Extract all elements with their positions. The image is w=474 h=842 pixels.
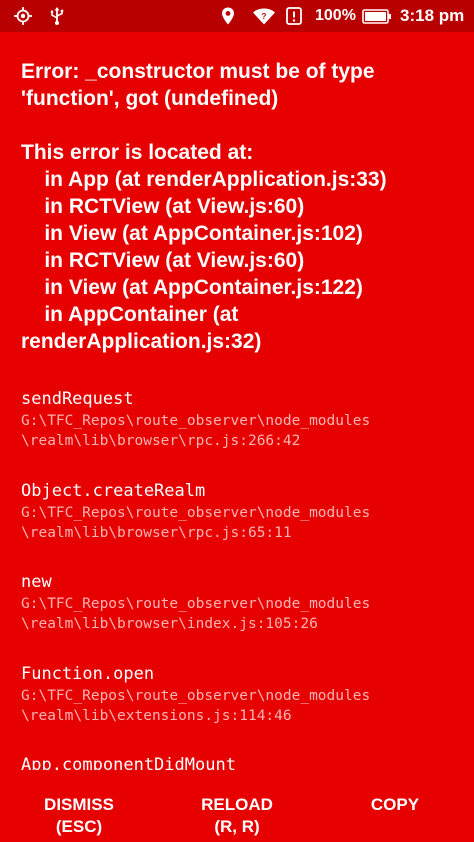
battery-icon	[362, 9, 391, 24]
svg-text:?: ?	[262, 12, 267, 21]
stack-frame[interactable]: Function.open G:\TFC_Repos\route_observe…	[21, 663, 471, 755]
dismiss-button[interactable]: DISMISS (ESC)	[0, 780, 158, 842]
frame-location-line: \realm\lib\extensions.js:114:46	[21, 707, 292, 724]
frame-location-line: \realm\lib\browser\rpc.js:266:42	[21, 433, 301, 449]
redbox-content[interactable]: Error: _constructor must be of type 'fun…	[0, 32, 474, 770]
clock: 3:18 pm	[400, 6, 464, 26]
stack-frame[interactable]: App.componentDidMount	[21, 754, 471, 770]
notification-icon	[286, 7, 302, 25]
reload-label: RELOAD (R, R)	[201, 795, 273, 836]
stack-trace[interactable]: sendRequest G:\TFC_Repos\route_observer\…	[21, 388, 471, 770]
clock-time: 3:18	[400, 6, 435, 25]
action-bar: DISMISS (ESC) RELOAD (R, R) COPY	[0, 780, 474, 842]
frame-location-line: G:\TFC_Repos\route_observer\node_modules	[21, 596, 371, 612]
battery-percent: 100%	[315, 7, 356, 24]
wifi-icon: ?	[253, 8, 275, 25]
gps-icon	[14, 7, 32, 25]
status-bar: ? 100% 3:18 pm	[0, 0, 474, 32]
frame-location-line: \realm\lib\browser\index.js:105:26	[21, 616, 318, 632]
frame-location-line: G:\TFC_Repos\route_observer\node_modules	[21, 687, 371, 704]
frame-method: sendRequest	[21, 389, 134, 409]
location-icon	[222, 7, 234, 25]
frame-method: App.componentDidMount	[21, 755, 236, 770]
stack-frame[interactable]: Object.createRealm G:\TFC_Repos\route_ob…	[21, 480, 471, 572]
frame-location-line: G:\TFC_Repos\route_observer\node_modules	[21, 504, 371, 521]
error-message: Error: _constructor must be of type 'fun…	[21, 60, 387, 353]
stack-frame[interactable]: sendRequest G:\TFC_Repos\route_observer\…	[21, 388, 471, 480]
usb-icon	[50, 7, 64, 25]
frame-location-line: \realm\lib\browser\rpc.js:65:11	[21, 524, 292, 541]
dismiss-label: DISMISS (ESC)	[44, 795, 114, 836]
frame-location-line: G:\TFC_Repos\route_observer\node_modules	[21, 413, 371, 429]
frame-method: Function.open	[21, 663, 155, 684]
clock-ampm: pm	[438, 6, 465, 25]
copy-label: COPY	[370, 795, 420, 814]
frame-method: new	[21, 572, 52, 592]
copy-button[interactable]: COPY	[316, 780, 474, 842]
reload-button[interactable]: RELOAD (R, R)	[158, 780, 316, 842]
stack-frame[interactable]: new G:\TFC_Repos\route_observer\node_mod…	[21, 571, 471, 663]
frame-method: Object.createRealm	[21, 480, 206, 501]
